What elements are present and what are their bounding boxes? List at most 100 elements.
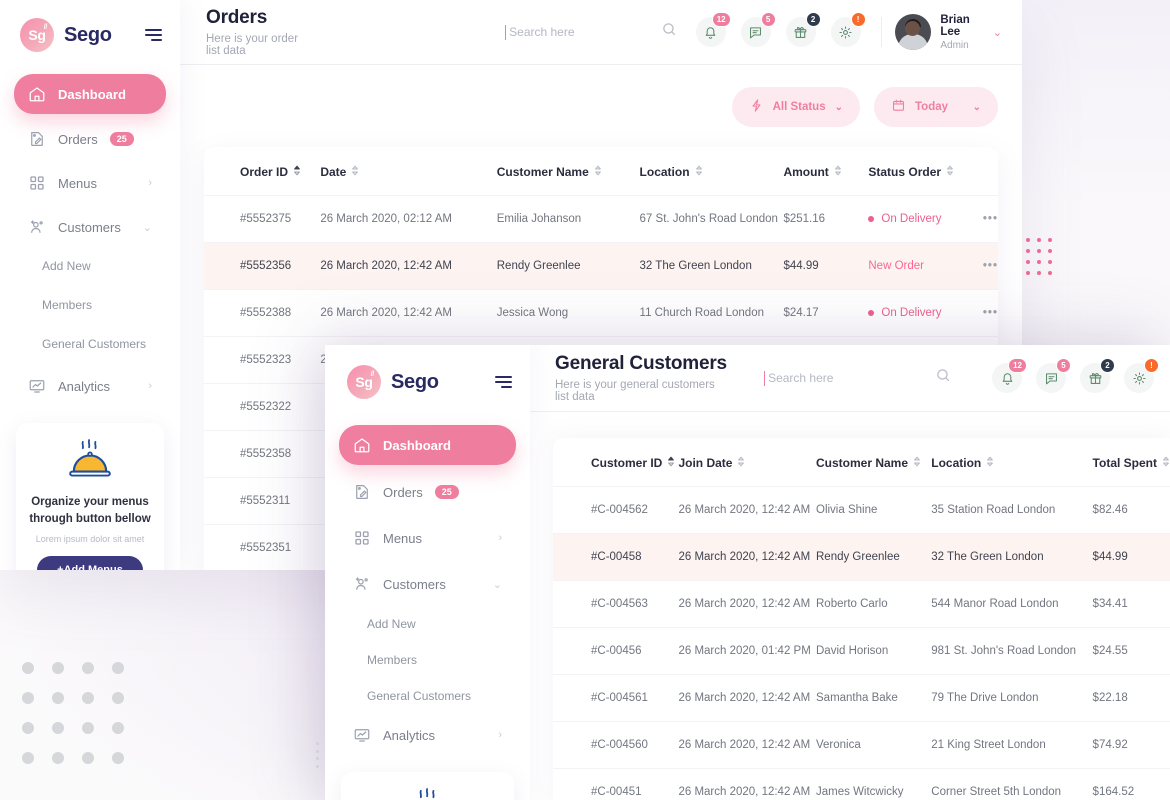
cell-actions: ••• [982, 289, 998, 337]
screen: Sg // Sego Dashboard Orders 25 Menus › C… [0, 0, 1170, 800]
sidebar-subitem-label: General Customers [367, 688, 472, 703]
home-icon [28, 85, 46, 103]
search-icon[interactable] [935, 367, 952, 389]
cell-actions: ••• [982, 195, 998, 243]
search-icon[interactable] [661, 21, 678, 43]
customers-table-head: Customer ID Join Date Customer Name Loca… [553, 438, 1170, 487]
chevron-down-icon: ⌄ [492, 578, 502, 591]
col-status-order[interactable]: Status Order [868, 165, 954, 179]
table-row[interactable]: #C-00458 26 March 2020, 12:42 AM Rendy Gre… [553, 533, 1170, 581]
bell-button[interactable]: 12 [992, 358, 1027, 393]
decorative-dot-grid-gray [22, 662, 142, 782]
table-row[interactable]: #5552388 26 March 2020, 12:42 AM Jessica W… [204, 289, 998, 337]
table-row[interactable]: #C-00451 26 March 2020, 12:42 AM James Wit… [553, 768, 1170, 800]
cell-order-id: #5552351 [204, 524, 321, 570]
dot [112, 752, 124, 764]
col-location[interactable]: Location [640, 165, 703, 179]
table-row[interactable]: #C-004560 26 March 2020, 12:42 AM Veronica… [553, 721, 1170, 769]
sidebar-subitem-members[interactable]: Members [325, 644, 530, 675]
dot [1037, 271, 1041, 275]
cell-location: 32 The Green London [639, 242, 784, 290]
cell-date: 26 March 2020, 02:12 AM [320, 195, 497, 243]
brand-logo: Sg // [347, 365, 381, 399]
row-more-button[interactable]: ••• [983, 213, 998, 225]
analytics-icon [28, 377, 46, 395]
col-total-spent[interactable]: Total Spent [1093, 456, 1170, 470]
row-more-button[interactable]: ••• [983, 307, 998, 319]
scroll-handle[interactable] [316, 742, 320, 768]
chevron-down-icon[interactable]: ⌄ [993, 26, 1002, 39]
cell-date: 26 March 2020, 12:42 AM [320, 289, 497, 337]
col-customer-id[interactable]: Customer ID [591, 456, 675, 470]
sidebar-subitem-general-customers[interactable]: General Customers [325, 680, 530, 711]
gift-button[interactable]: 2 [1080, 358, 1115, 393]
page-heading: General Customers Here is your general c… [555, 353, 728, 403]
status-filter[interactable]: All Status ⌄ [731, 87, 860, 127]
user-menu[interactable]: Brian Lee Admin ⌄ [895, 14, 1002, 51]
sidebar-item-menus[interactable]: Menus › [339, 519, 516, 557]
menu-toggle-icon[interactable] [495, 376, 512, 388]
table-row[interactable]: #5552356 26 March 2020, 12:42 AM Rendy Gre… [204, 242, 998, 290]
sidebar-subitem-members[interactable]: Members [0, 289, 180, 320]
col-label: Customer ID [591, 456, 663, 470]
sidebar-item-orders[interactable]: Orders 25 [14, 120, 166, 158]
col-order-id[interactable]: Order ID [240, 165, 301, 179]
sidebar-subitem-add-new[interactable]: Add New [325, 608, 530, 639]
chat-button[interactable]: 5 [1036, 358, 1071, 393]
table-row[interactable]: #C-004563 26 March 2020, 12:42 AM Roberto … [553, 580, 1170, 628]
col-date[interactable]: Date [320, 165, 359, 179]
sidebar-item-dashboard[interactable]: Dashboard [14, 74, 166, 114]
dot [22, 752, 34, 764]
brand[interactable]: Sg // Sego [0, 0, 180, 52]
page-heading: Orders Here is your order list data [206, 7, 307, 57]
table-row[interactable]: #C-00456 26 March 2020, 01:42 PM David Hor… [553, 627, 1170, 675]
sort-icon [1162, 456, 1170, 470]
col-customer-name[interactable]: Customer Name [497, 165, 602, 179]
sidebar-item-dashboard[interactable]: Dashboard [339, 425, 516, 465]
sort-icon [834, 165, 842, 179]
table-row[interactable]: #C-004561 26 March 2020, 12:42 AM Samantha… [553, 674, 1170, 722]
dot [22, 692, 34, 704]
chat-badge: 5 [760, 12, 776, 27]
sidebar-item-customers[interactable]: Customers ⌄ [14, 208, 166, 246]
sidebar-item-menus[interactable]: Menus › [14, 164, 166, 202]
chat-button[interactable]: 5 [740, 12, 776, 47]
sidebar-subitem-general-customers[interactable]: General Customers [0, 328, 180, 359]
gift-button[interactable]: 2 [785, 12, 821, 47]
search-input[interactable] [506, 25, 678, 39]
search-box[interactable] [764, 369, 952, 386]
bell-button[interactable]: 12 [695, 12, 731, 47]
sort-icon [667, 456, 675, 470]
col-customer-name[interactable]: Customer Name [816, 456, 921, 470]
date-filter[interactable]: Today ⌄ [874, 87, 998, 127]
sidebar-item-analytics[interactable]: Analytics › [339, 716, 516, 754]
topbar-window1: Orders Here is your order list data 12 [180, 0, 1022, 64]
chevron-right-icon: › [498, 729, 502, 741]
table-row[interactable]: #C-004562 26 March 2020, 12:42 AM Olivia S… [553, 486, 1170, 534]
sidebar-item-analytics[interactable]: Analytics › [14, 367, 166, 405]
sidebar-item-customers[interactable]: Customers ⌄ [339, 565, 516, 603]
sidebar-item-orders[interactable]: Orders 25 [339, 473, 516, 511]
gear-button[interactable]: ! [830, 12, 866, 47]
sidebar-item-label: Orders [58, 131, 98, 147]
brand[interactable]: Sg // Sego [325, 345, 530, 399]
search-box[interactable] [505, 23, 678, 40]
search-input[interactable] [765, 371, 952, 385]
menu-toggle-icon[interactable] [145, 29, 162, 41]
col-label: Amount [783, 165, 829, 179]
cell-customer-id: #C-00456 [553, 627, 679, 675]
add-menus-button[interactable]: +Add Menus [37, 556, 143, 570]
customers-table: Customer ID Join Date Customer Name Loca… [553, 438, 1170, 800]
col-join-date[interactable]: Join Date [678, 456, 745, 470]
sidebar-subitem-add-new[interactable]: Add New [0, 250, 180, 281]
sidebar-item-label: Menus [58, 175, 98, 191]
sort-icon [594, 165, 602, 179]
table-row[interactable]: #5552375 26 March 2020, 02:12 AM Emilia Jo… [204, 195, 998, 243]
promo-card: Organize your menus through button bello… [16, 423, 164, 570]
col-location[interactable]: Location [931, 456, 994, 470]
gear-button[interactable]: ! [1124, 358, 1159, 393]
col-amount[interactable]: Amount [783, 165, 841, 179]
gear-badge: ! [850, 12, 866, 27]
brand-name: Sego [391, 370, 439, 393]
row-more-button[interactable]: ••• [983, 260, 998, 272]
